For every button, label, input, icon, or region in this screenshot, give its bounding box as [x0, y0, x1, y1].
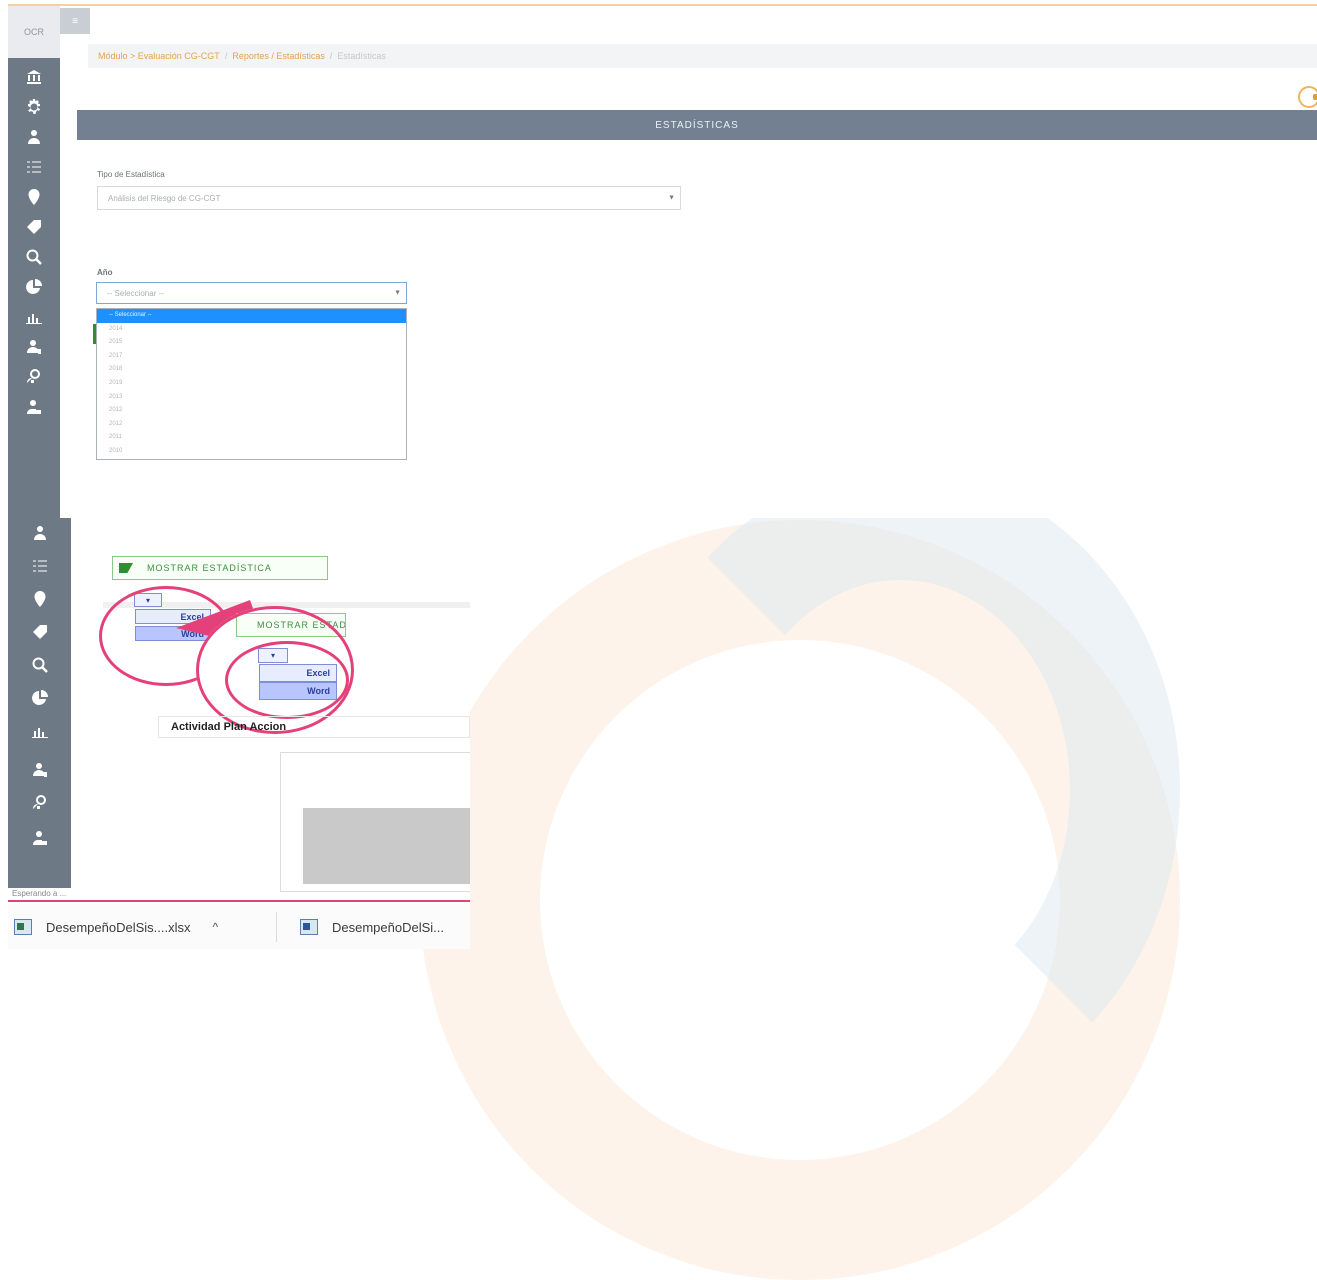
user-chart-icon[interactable] [8, 755, 71, 785]
download-bar-border [8, 900, 470, 902]
word-file-icon [300, 919, 318, 935]
gear-icon[interactable] [8, 92, 60, 122]
download-filename: DesempeñoDelSi... [332, 919, 444, 935]
anio-option[interactable]: 2018 [97, 363, 406, 377]
user-lock-icon[interactable] [8, 392, 60, 422]
anio-select[interactable]: -- Seleccionar -- ▼ [96, 282, 407, 304]
anio-option[interactable]: 2014 [97, 323, 406, 337]
anio-option[interactable]: 2015 [97, 336, 406, 350]
user-chart-icon[interactable] [8, 332, 60, 362]
sidebar [8, 518, 71, 888]
flag-icon [119, 563, 133, 573]
tag-icon[interactable] [8, 212, 60, 242]
breadcrumb-current: Estadísticas [337, 51, 386, 61]
statistics-page: OCR ≡ Módulo > Evaluación CG-CGT / Repor… [8, 4, 1317, 518]
anio-select-value: -- Seleccionar -- [107, 288, 164, 298]
bar-chart-icon[interactable] [8, 716, 71, 746]
page-title: ESTADÍSTICAS [77, 110, 1317, 140]
sidebar-toggle-button[interactable]: ≡ [60, 8, 90, 34]
anio-dropdown-list: -- Seleccionar -- 2014 2015 2017 2018 2019 201… [96, 308, 407, 460]
actividad-plan-accion-header: Actividad Plan Accion [158, 716, 470, 738]
anio-label: Año [97, 268, 113, 277]
user-lock-icon[interactable] [8, 823, 71, 853]
search-zoom-icon[interactable] [8, 650, 71, 680]
user-settings-icon[interactable] [8, 362, 60, 392]
tipo-estadistica-label: Tipo de Estadística [97, 170, 165, 179]
download-bar: DesempeñoDelSis....xlsx ^ DesempeñoDelSi… [8, 904, 470, 949]
download-filename: DesempeñoDelSis....xlsx [46, 919, 191, 935]
location-icon[interactable] [8, 182, 60, 212]
app-logo: OCR [8, 6, 60, 58]
bar-chart-icon[interactable] [8, 302, 60, 332]
list-icon[interactable] [8, 551, 71, 581]
bank-icon[interactable] [8, 62, 60, 92]
tag-icon[interactable] [8, 617, 71, 647]
anio-option[interactable]: 2013 [97, 391, 406, 405]
mostrar-estadistica-button[interactable]: MOSTRAR ESTADÍSTICA [112, 556, 328, 580]
search-zoom-icon[interactable] [8, 242, 60, 272]
anio-option[interactable]: 2012 [97, 404, 406, 418]
anio-option[interactable]: 2011 [97, 431, 406, 445]
tipo-estadistica-select[interactable]: Análisis del Riesgo de CG-CGT ▼ [97, 186, 681, 210]
pie-chart-icon[interactable] [8, 272, 60, 302]
anio-option[interactable]: 2019 [97, 377, 406, 391]
anio-option[interactable]: 2010 [97, 445, 406, 459]
breadcrumb-link-reports[interactable]: Reportes / Estadísticas [232, 51, 325, 61]
user-icon[interactable] [8, 122, 60, 152]
mostrar-estadistica-label: MOSTRAR ESTADÍSTICA [147, 563, 272, 573]
user-settings-icon[interactable] [8, 788, 71, 818]
watermark-arc-blue [620, 470, 1180, 1110]
help-button[interactable] [1298, 86, 1317, 108]
chevron-down-icon: ▼ [394, 289, 401, 297]
anio-option[interactable]: 2012 [97, 418, 406, 432]
highlight-ring-inner [225, 641, 349, 719]
pie-chart-icon[interactable] [8, 683, 71, 713]
sidebar: OCR [8, 6, 60, 518]
tipo-estadistica-value: Análisis del Riesgo de CG-CGT [108, 193, 221, 203]
breadcrumb-separator: / [329, 51, 333, 61]
anio-option[interactable]: -- Seleccionar -- [97, 309, 406, 323]
breadcrumb-link-module[interactable]: Módulo > Evaluación CG-CGT [98, 51, 220, 61]
report-placeholder [303, 808, 470, 884]
location-icon[interactable] [8, 584, 71, 614]
list-icon[interactable] [8, 152, 60, 182]
breadcrumb-separator: / [224, 51, 228, 61]
excel-file-icon [14, 919, 32, 935]
breadcrumb: Módulo > Evaluación CG-CGT / Reportes / … [88, 44, 1317, 68]
download-item-word[interactable]: DesempeñoDelSi... [300, 914, 444, 940]
user-icon[interactable] [8, 518, 71, 548]
chevron-down-icon: ▼ [668, 194, 675, 202]
download-divider [276, 912, 277, 942]
anio-option[interactable]: 2017 [97, 350, 406, 364]
chevron-up-icon[interactable]: ^ [213, 920, 219, 934]
download-item-xlsx[interactable]: DesempeñoDelSis....xlsx ^ [14, 914, 218, 940]
